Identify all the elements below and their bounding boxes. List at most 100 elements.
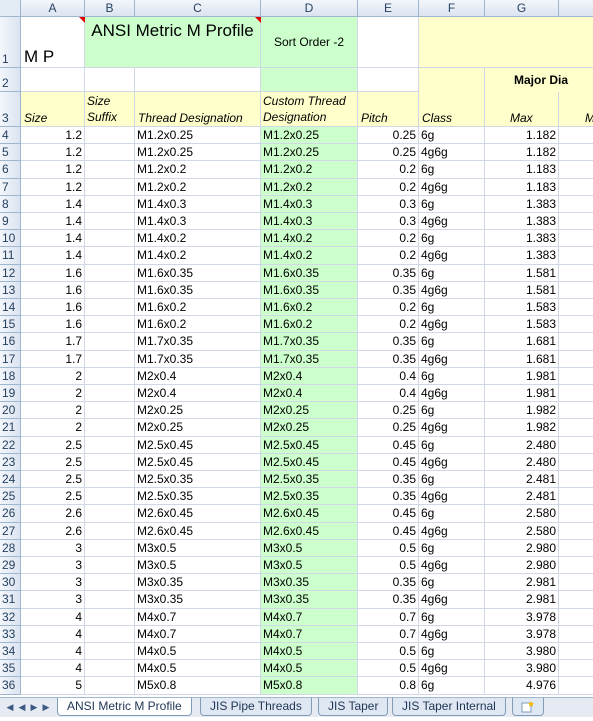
cell-custom-thread-designation[interactable]: M1.4x0.2 — [261, 247, 358, 265]
cell-size[interactable]: 1.2 — [21, 144, 85, 161]
cell-pitch[interactable]: 0.35 — [358, 574, 419, 591]
cell-next[interactable] — [559, 660, 593, 677]
row-header[interactable]: 16 — [0, 333, 21, 351]
cell-size[interactable]: 4 — [21, 609, 85, 626]
header-max[interactable]: Max — [485, 92, 559, 127]
row-header[interactable]: 5 — [0, 144, 21, 161]
cell-major-dia-max[interactable]: 1.182 — [485, 144, 559, 161]
cell-custom-thread-designation[interactable]: M1.6x0.2 — [261, 316, 358, 333]
cell-thread-designation[interactable]: M1.6x0.35 — [135, 282, 261, 299]
cell-size-suffix[interactable] — [85, 523, 135, 540]
cell-pitch[interactable]: 0.3 — [358, 213, 419, 230]
cell-size[interactable]: 1.4 — [21, 247, 85, 265]
cell-class[interactable]: 6g — [419, 677, 485, 695]
cell-size[interactable]: 1.7 — [21, 333, 85, 351]
cell-pitch[interactable]: 0.4 — [358, 368, 419, 385]
cell-size-suffix[interactable] — [85, 385, 135, 402]
cell-major-dia-max[interactable]: 1.183 — [485, 161, 559, 179]
cell-next[interactable] — [559, 505, 593, 523]
header-class[interactable]: Class — [419, 92, 485, 127]
column-header-a[interactable]: A — [21, 0, 85, 17]
cell-thread-designation[interactable]: M3x0.35 — [135, 591, 261, 609]
cell-custom-thread-designation[interactable]: M3x0.35 — [261, 574, 358, 591]
cell-custom-thread-designation[interactable]: M2.6x0.45 — [261, 505, 358, 523]
cell-next[interactable] — [559, 196, 593, 213]
cell-thread-designation[interactable]: M2x0.25 — [135, 402, 261, 419]
cell-custom-thread-designation[interactable]: M1.2x0.25 — [261, 144, 358, 161]
row-header-1[interactable]: 1 — [0, 17, 21, 68]
cell-size[interactable]: 1.4 — [21, 213, 85, 230]
header-pitch[interactable]: Pitch — [358, 92, 419, 127]
cell-major-dia-max[interactable]: 3.980 — [485, 660, 559, 677]
cell-size[interactable]: 3 — [21, 540, 85, 557]
cell-class[interactable]: 4g6g — [419, 351, 485, 368]
row-header[interactable]: 21 — [0, 419, 21, 437]
cell-custom-thread-designation[interactable]: M1.2x0.2 — [261, 161, 358, 179]
header-next[interactable]: M — [559, 92, 593, 127]
cell-thread-designation[interactable]: M3x0.35 — [135, 574, 261, 591]
cell-next[interactable] — [559, 161, 593, 179]
row-header[interactable]: 13 — [0, 282, 21, 299]
cell-size[interactable]: 2 — [21, 368, 85, 385]
cell-major-dia-max[interactable]: 1.681 — [485, 351, 559, 368]
cell-size[interactable]: 3 — [21, 574, 85, 591]
cell-thread-designation[interactable]: M2.5x0.45 — [135, 454, 261, 471]
cell-size[interactable]: 4 — [21, 660, 85, 677]
cell-custom-thread-designation[interactable]: M1.7x0.35 — [261, 333, 358, 351]
cell-size-suffix[interactable] — [85, 488, 135, 505]
cell-thread-designation[interactable]: M4x0.5 — [135, 660, 261, 677]
row-header-2[interactable]: 2 — [0, 68, 21, 92]
cell-major-dia-max[interactable]: 1.383 — [485, 213, 559, 230]
cell-major-dia-max[interactable]: 1.581 — [485, 265, 559, 282]
cell-custom-thread-designation[interactable]: M2.5x0.35 — [261, 488, 358, 505]
cell-class[interactable]: 4g6g — [419, 316, 485, 333]
row-header[interactable]: 23 — [0, 454, 21, 471]
cell-size[interactable]: 1.6 — [21, 299, 85, 316]
tab-jis-pipe-threads[interactable]: JIS Pipe Threads — [200, 698, 312, 716]
cell-size[interactable]: 2.6 — [21, 505, 85, 523]
cell-custom-thread-designation[interactable]: M4x0.7 — [261, 626, 358, 643]
cell-major-dia-max[interactable]: 3.980 — [485, 643, 559, 660]
last-sheet-icon[interactable]: ▶ — [40, 701, 52, 713]
row-header[interactable]: 25 — [0, 488, 21, 505]
cell-major-dia-max[interactable]: 3.978 — [485, 609, 559, 626]
cell-pitch[interactable]: 0.25 — [358, 402, 419, 419]
cell-pitch[interactable]: 0.25 — [358, 144, 419, 161]
cell-pitch[interactable]: 0.25 — [358, 419, 419, 437]
cell-a1[interactable]: M P — [21, 17, 85, 68]
cell-major-dia-max[interactable]: 2.580 — [485, 523, 559, 540]
cell-size[interactable]: 1.4 — [21, 230, 85, 247]
cell-custom-thread-designation[interactable]: M2.5x0.45 — [261, 454, 358, 471]
cell-custom-thread-designation[interactable]: M1.6x0.35 — [261, 282, 358, 299]
cell-class[interactable]: 6g — [419, 402, 485, 419]
next-sheet-icon[interactable]: ▶ — [28, 701, 40, 713]
cell-pitch[interactable]: 0.2 — [358, 316, 419, 333]
cell-class[interactable]: 6g — [419, 299, 485, 316]
prev-sheet-icon[interactable]: ◀ — [16, 701, 28, 713]
header-size[interactable]: Size — [21, 92, 85, 127]
cell-custom-thread-designation[interactable]: M2x0.25 — [261, 402, 358, 419]
cell-size-suffix[interactable] — [85, 316, 135, 333]
cell-next[interactable] — [559, 282, 593, 299]
cell-size-suffix[interactable] — [85, 609, 135, 626]
cell-next[interactable] — [559, 540, 593, 557]
cell-f2[interactable] — [419, 68, 485, 92]
cell-size-suffix[interactable] — [85, 591, 135, 609]
cell-pitch[interactable]: 0.5 — [358, 660, 419, 677]
cell-size[interactable]: 2 — [21, 402, 85, 419]
cell-size-suffix[interactable] — [85, 643, 135, 660]
cell-class[interactable]: 4g6g — [419, 488, 485, 505]
cell-size-suffix[interactable] — [85, 230, 135, 247]
cell-size[interactable]: 5 — [21, 677, 85, 695]
cell-custom-thread-designation[interactable]: M4x0.5 — [261, 643, 358, 660]
cell-pitch[interactable]: 0.35 — [358, 591, 419, 609]
cell-b2[interactable] — [85, 68, 135, 92]
row-header[interactable]: 14 — [0, 299, 21, 316]
cell-major-dia-max[interactable]: 1.982 — [485, 402, 559, 419]
row-header[interactable]: 6 — [0, 161, 21, 179]
cell-size-suffix[interactable] — [85, 626, 135, 643]
cell-next[interactable] — [559, 144, 593, 161]
cell-custom-thread-designation[interactable]: M3x0.5 — [261, 540, 358, 557]
cell-class[interactable]: 6g — [419, 643, 485, 660]
cell-size[interactable]: 1.6 — [21, 282, 85, 299]
